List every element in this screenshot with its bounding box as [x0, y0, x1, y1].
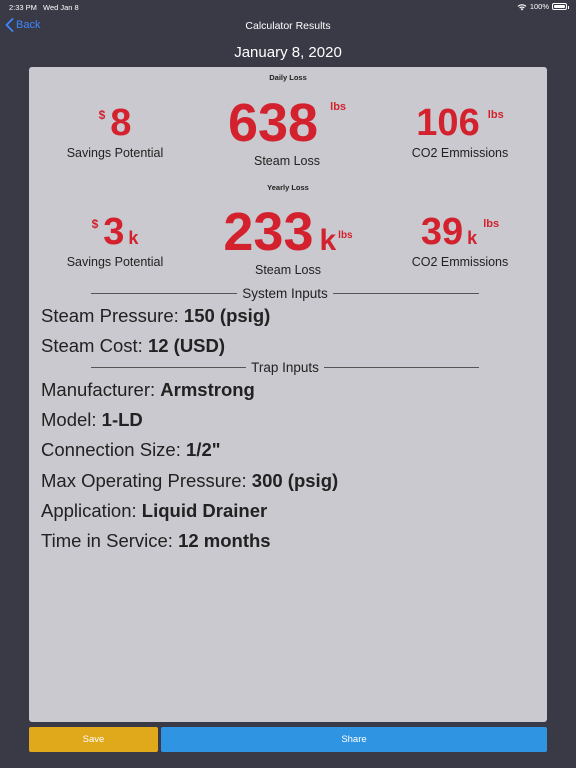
max-operating-pressure-row: Max Operating Pressure: 300 (psig) — [41, 470, 338, 492]
info-label: Steam Pressure: — [41, 305, 179, 326]
yearly-savings-suffix: k — [128, 228, 139, 248]
connection-size-row: Connection Size: 1/2" — [41, 439, 221, 461]
info-value: 1/2" — [186, 439, 221, 460]
status-right: 100% — [517, 2, 569, 11]
yearly-savings-value: 3 — [103, 211, 125, 253]
system-inputs-divider: System Inputs — [91, 285, 480, 301]
steam-pressure-row: Steam Pressure: 150 (psig) — [41, 305, 270, 327]
daily-savings-currency: $ — [98, 108, 106, 122]
yearly-steam-desc: Steam Loss — [254, 263, 321, 277]
info-value: Liquid Drainer — [141, 500, 268, 521]
daily-steam-metric: 638 lbs Steam Loss — [205, 96, 369, 168]
save-button[interactable]: Save — [29, 727, 158, 752]
daily-loss-label: Daily Loss — [269, 73, 307, 82]
divider-line — [323, 366, 480, 368]
yearly-savings-desc: Savings Potential — [66, 255, 164, 269]
navigation-bar: Back Calculator Results — [0, 14, 576, 40]
daily-savings-value: 8 — [110, 102, 132, 144]
info-value: 150 (psig) — [183, 305, 271, 326]
info-label: Manufacturer: — [41, 379, 156, 400]
trap-inputs-divider: Trap Inputs — [91, 359, 480, 375]
daily-steam-desc: Steam Loss — [253, 154, 320, 168]
yearly-co2-desc: CO2 Emmissions — [411, 255, 509, 269]
system-inputs-header: System Inputs — [242, 285, 328, 301]
divider-line — [91, 366, 247, 368]
yearly-co2-metric: 39 k lbs CO2 Emmissions — [397, 213, 523, 269]
daily-co2-unit: lbs — [487, 109, 504, 121]
yearly-steam-metric: 233 k lbs Steam Loss — [193, 205, 383, 277]
results-card: Daily Loss $8 Savings Potential 638 lbs S… — [29, 67, 547, 722]
daily-savings-metric: $8 Savings Potential — [53, 104, 177, 160]
trap-inputs-header: Trap Inputs — [251, 359, 319, 375]
info-value: 300 (psig) — [251, 470, 339, 491]
info-value: 12 months — [178, 530, 271, 551]
battery-icon — [552, 3, 569, 10]
status-date: Wed Jan 8 — [43, 3, 79, 12]
divider-line — [332, 292, 480, 294]
info-value: 12 (USD) — [147, 335, 226, 356]
yearly-co2-suffix: k — [467, 228, 478, 248]
info-label: Application: — [41, 500, 137, 521]
yearly-co2-value: 39 — [420, 211, 464, 253]
daily-co2-metric: 106 lbs CO2 Emmissions — [397, 104, 523, 160]
info-label: Max Operating Pressure: — [41, 470, 247, 491]
yearly-steam-value: 233 — [223, 202, 314, 262]
info-label: Time in Service: — [41, 530, 173, 551]
yearly-savings-currency: $ — [91, 217, 99, 231]
battery-percent: 100% — [529, 2, 549, 11]
divider-line — [91, 292, 238, 294]
report-date: January 8, 2020 — [234, 44, 342, 61]
manufacturer-row: Manufacturer: Armstrong — [41, 379, 255, 401]
status-bar: 2:33 PM Wed Jan 8 100% — [0, 0, 576, 14]
time-in-service-row: Time in Service: 12 months — [41, 530, 271, 552]
info-label: Model: — [41, 409, 97, 430]
yearly-savings-metric: $3 k Savings Potential — [53, 213, 177, 269]
daily-co2-value: 106 — [416, 102, 480, 144]
nav-title: Calculator Results — [245, 20, 331, 32]
steam-cost-row: Steam Cost: 12 (USD) — [41, 335, 225, 357]
yearly-steam-suffix: k — [319, 224, 337, 257]
share-button[interactable]: Share — [161, 727, 547, 752]
status-time: 2:33 PM — [9, 3, 37, 12]
info-value: Armstrong — [160, 379, 255, 400]
wifi-icon — [517, 3, 527, 10]
daily-steam-value: 638 — [227, 93, 319, 153]
yearly-loss-label: Yearly Loss — [267, 183, 309, 192]
daily-steam-unit: lbs — [330, 101, 347, 113]
yearly-steam-unit: lbs — [338, 229, 353, 241]
info-label: Connection Size: — [41, 439, 181, 460]
application-row: Application: Liquid Drainer — [41, 500, 267, 522]
model-row: Model: 1-LD — [41, 409, 143, 431]
daily-savings-desc: Savings Potential — [66, 146, 164, 160]
daily-co2-desc: CO2 Emmissions — [411, 146, 509, 160]
yearly-co2-unit: lbs — [483, 218, 500, 230]
info-value: 1-LD — [101, 409, 143, 430]
info-label: Steam Cost: — [41, 335, 143, 356]
